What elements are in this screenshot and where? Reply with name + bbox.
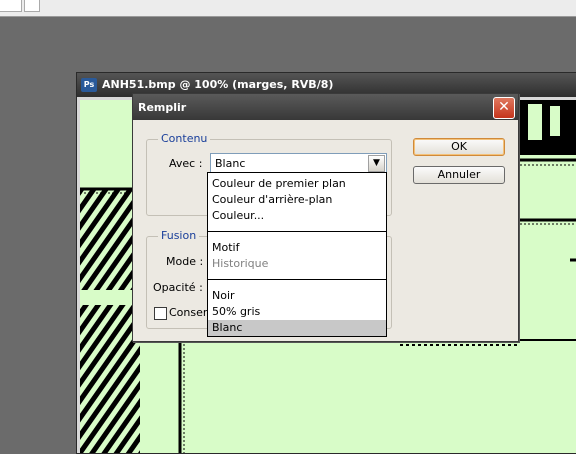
avec-value: Blanc xyxy=(215,157,246,170)
fusion-legend: Fusion xyxy=(158,229,200,242)
dialog-title: Remplir xyxy=(138,101,187,114)
artwork-hatch xyxy=(80,305,140,453)
conserver-checkbox[interactable] xyxy=(154,307,167,320)
conserver-label: Conser xyxy=(169,306,208,319)
toolbar-dropdown[interactable] xyxy=(24,0,40,12)
dropdown-item-motif[interactable]: Motif xyxy=(212,241,239,254)
opacite-label: Opacité : xyxy=(153,281,203,294)
dropdown-item-couleur-arriere-plan[interactable]: Couleur d'arrière-plan xyxy=(212,193,332,206)
app-toolbar xyxy=(0,0,576,17)
dropdown-item-couleur-premier-plan[interactable]: Couleur de premier plan xyxy=(212,177,346,190)
chevron-down-icon[interactable]: ▼ xyxy=(368,155,385,172)
annuler-button[interactable]: Annuler xyxy=(413,166,505,184)
dropdown-item-historique: Historique xyxy=(212,257,269,270)
document-title: ANH51.bmp @ 100% (marges, RVB/8) xyxy=(102,78,334,91)
dropdown-item-couleur[interactable]: Couleur... xyxy=(212,209,264,222)
dropdown-item-50-gris[interactable]: 50% gris xyxy=(212,305,260,318)
dropdown-item-blanc[interactable]: Blanc xyxy=(212,321,242,334)
close-icon[interactable]: ✕ xyxy=(493,97,515,119)
ok-button[interactable]: OK xyxy=(413,138,505,156)
avec-label: Avec : xyxy=(169,157,203,170)
dialog-titlebar[interactable]: Remplir ✕ xyxy=(133,94,518,120)
dropdown-separator xyxy=(208,231,386,232)
avec-select[interactable]: Blanc ▼ xyxy=(210,153,387,174)
dropdown-item-noir[interactable]: Noir xyxy=(212,289,235,302)
contenu-legend: Contenu xyxy=(158,132,211,145)
mode-label: Mode : xyxy=(166,255,204,268)
dropdown-separator xyxy=(208,279,386,280)
avec-dropdown-list: Couleur de premier plan Couleur d'arrièr… xyxy=(207,172,387,337)
photoshop-icon: Ps xyxy=(81,78,97,92)
toolbar-field[interactable] xyxy=(0,0,22,12)
